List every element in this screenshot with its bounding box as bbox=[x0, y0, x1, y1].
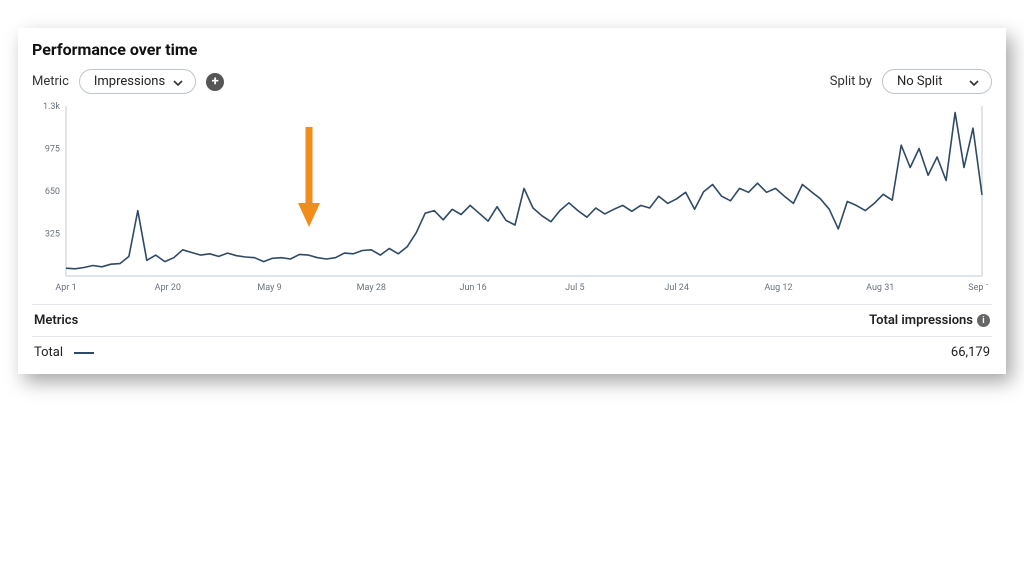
svg-text:650: 650 bbox=[45, 187, 60, 197]
svg-text:Apr 1: Apr 1 bbox=[55, 283, 76, 293]
controls-left: Metric Impressions + bbox=[32, 69, 224, 94]
svg-text:Aug 31: Aug 31 bbox=[866, 283, 894, 293]
chevron-down-icon bbox=[173, 77, 183, 87]
analytics-card: Performance over time Metric Impressions… bbox=[18, 28, 1006, 374]
metric-label: Metric bbox=[32, 74, 69, 89]
total-impressions-heading: Total impressions i bbox=[869, 313, 990, 328]
line-chart: 1.3k 975 650 325 Apr 1 Apr 20 May 9 May 28 Jun 1… bbox=[32, 100, 988, 300]
controls-right: Split by No Split bbox=[830, 69, 992, 94]
svg-text:May 9: May 9 bbox=[257, 283, 281, 293]
card-title: Performance over time bbox=[32, 40, 992, 59]
svg-text:Jun 16: Jun 16 bbox=[459, 283, 486, 293]
info-icon[interactable]: i bbox=[977, 314, 990, 327]
svg-text:Sep 19: Sep 19 bbox=[968, 283, 988, 293]
svg-text:Jul 5: Jul 5 bbox=[565, 283, 584, 293]
svg-text:May 28: May 28 bbox=[357, 283, 386, 293]
split-select-value: No Split bbox=[897, 74, 943, 89]
svg-text:1.3k: 1.3k bbox=[43, 102, 60, 112]
svg-text:Jul 24: Jul 24 bbox=[664, 283, 688, 293]
svg-text:975: 975 bbox=[45, 145, 60, 155]
split-select[interactable]: No Split bbox=[882, 69, 992, 94]
metric-select-value: Impressions bbox=[94, 74, 165, 89]
chart-area: 1.3k 975 650 325 Apr 1 Apr 20 May 9 May 28 Jun 1… bbox=[32, 100, 988, 300]
svg-text:325: 325 bbox=[45, 230, 60, 240]
total-value: 66,179 bbox=[951, 345, 990, 360]
metric-select[interactable]: Impressions bbox=[79, 69, 196, 94]
controls-row: Metric Impressions + Split by No Split bbox=[32, 69, 992, 94]
total-row: Total 66,179 bbox=[32, 337, 992, 370]
svg-text:Aug 12: Aug 12 bbox=[764, 283, 792, 293]
add-metric-button[interactable]: + bbox=[206, 73, 224, 91]
total-row-label: Total bbox=[34, 345, 94, 360]
split-label: Split by bbox=[830, 74, 872, 89]
metrics-heading: Metrics bbox=[34, 313, 78, 328]
legend-line-icon bbox=[74, 352, 94, 354]
footer-header-row: Metrics Total impressions i bbox=[32, 304, 992, 337]
chevron-down-icon bbox=[969, 77, 979, 87]
svg-text:Apr 20: Apr 20 bbox=[155, 283, 181, 293]
